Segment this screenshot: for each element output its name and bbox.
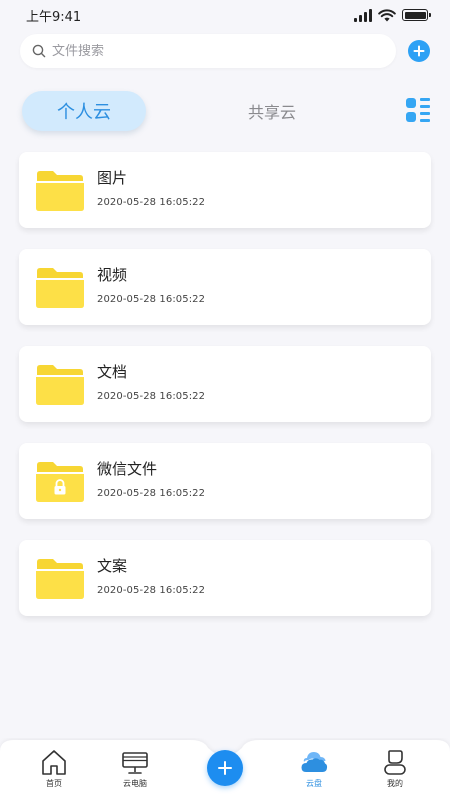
file-date: 2020-05-28 16:05:22 bbox=[97, 390, 206, 402]
file-item-pictures[interactable]: 图片 2020-05-28 16:05:22 bbox=[19, 152, 431, 228]
tab-shared-cloud[interactable]: 共享云 bbox=[226, 91, 318, 131]
file-date: 2020-05-28 16:05:22 bbox=[97, 196, 206, 208]
cellular-signal-icon bbox=[354, 8, 372, 22]
nav-mine-label: 我的 bbox=[387, 779, 403, 788]
status-time: 上午9:41 bbox=[26, 9, 82, 25]
wifi-icon bbox=[378, 8, 396, 21]
cloud-tabs: 个人云 共享云 bbox=[22, 91, 430, 131]
search-icon bbox=[32, 44, 46, 58]
home-icon bbox=[42, 750, 66, 775]
cloud-icon bbox=[301, 752, 328, 772]
folder-icon bbox=[35, 265, 85, 309]
search-row bbox=[20, 34, 430, 68]
status-bar: 上午9:41 bbox=[0, 0, 450, 30]
profile-icon bbox=[384, 750, 406, 775]
search-input[interactable] bbox=[52, 43, 384, 59]
nav-cloud-disk[interactable]: 云盘 bbox=[284, 748, 344, 794]
locked-folder-icon bbox=[35, 459, 85, 503]
nav-cloud-pc-label: 云电脑 bbox=[123, 779, 147, 788]
battery-icon bbox=[402, 9, 431, 21]
file-name: 图片 bbox=[97, 168, 128, 187]
folder-icon bbox=[35, 168, 85, 212]
nav-mine[interactable]: 我的 bbox=[365, 748, 425, 794]
file-item-videos[interactable]: 视频 2020-05-28 16:05:22 bbox=[19, 249, 431, 325]
file-list: 图片 2020-05-28 16:05:22 视频 2020-05-28 16:… bbox=[19, 152, 431, 637]
file-name: 视频 bbox=[97, 265, 128, 284]
file-item-wechat-files[interactable]: 微信文件 2020-05-28 16:05:22 bbox=[19, 443, 431, 519]
add-button[interactable] bbox=[408, 40, 430, 62]
folder-icon bbox=[35, 556, 85, 600]
file-date: 2020-05-28 16:05:22 bbox=[97, 487, 206, 499]
nav-home[interactable]: 首页 bbox=[24, 748, 84, 794]
status-icons bbox=[354, 8, 431, 22]
plus-icon bbox=[218, 761, 232, 775]
file-item-copywriting[interactable]: 文案 2020-05-28 16:05:22 bbox=[19, 540, 431, 616]
nav-home-label: 首页 bbox=[46, 779, 62, 788]
file-name: 文档 bbox=[97, 362, 128, 381]
file-date: 2020-05-28 16:05:22 bbox=[97, 293, 206, 305]
view-toggle-icon[interactable] bbox=[406, 98, 430, 124]
file-date: 2020-05-28 16:05:22 bbox=[97, 584, 206, 596]
tab-personal-cloud[interactable]: 个人云 bbox=[22, 91, 146, 131]
folder-icon bbox=[35, 362, 85, 406]
file-item-documents[interactable]: 文档 2020-05-28 16:05:22 bbox=[19, 346, 431, 422]
file-name: 文案 bbox=[97, 556, 128, 575]
computer-icon bbox=[122, 752, 148, 774]
nav-cloud-pc[interactable]: 云电脑 bbox=[105, 748, 165, 794]
file-name: 微信文件 bbox=[97, 459, 158, 478]
bottom-tab-bar: 首页 云电脑 云盘 我的 bbox=[0, 738, 450, 800]
add-fab-button[interactable] bbox=[207, 750, 243, 786]
search-box[interactable] bbox=[20, 34, 396, 68]
plus-icon bbox=[413, 45, 425, 57]
nav-cloud-disk-label: 云盘 bbox=[306, 779, 322, 788]
